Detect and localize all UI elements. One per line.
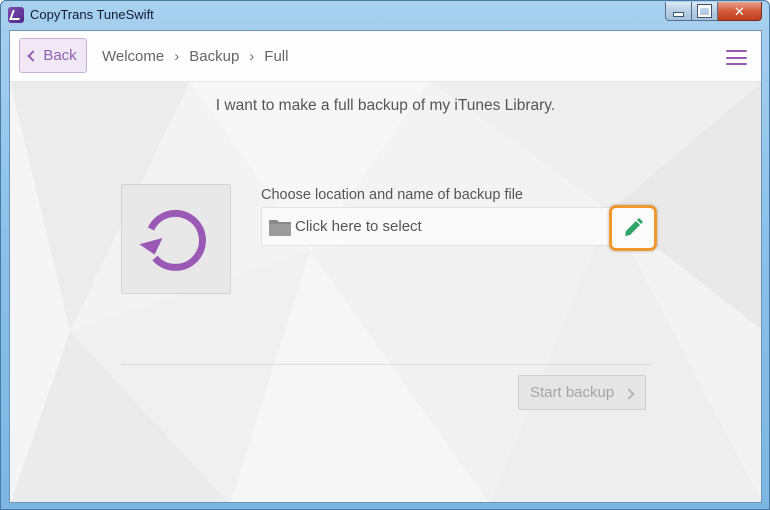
close-icon: ✕ xyxy=(734,3,745,19)
menu-icon[interactable] xyxy=(726,50,747,65)
breadcrumb-item-backup[interactable]: Backup xyxy=(189,48,239,65)
breadcrumb-item-welcome[interactable]: Welcome xyxy=(102,48,164,65)
edit-path-button[interactable] xyxy=(609,205,657,251)
backup-file-select[interactable]: Click here to select xyxy=(261,207,653,246)
breadcrumb-separator: › xyxy=(249,48,255,65)
breadcrumb: Welcome › Backup › Full xyxy=(102,48,288,65)
app-window: CopyTrans TuneSwift ✕ Back Welcome › Bac… xyxy=(0,0,770,510)
start-backup-button[interactable]: Start backup xyxy=(518,375,646,410)
page-headline: I want to make a full backup of my iTune… xyxy=(215,97,556,114)
folder-icon xyxy=(269,220,291,236)
close-button[interactable]: ✕ xyxy=(718,2,762,21)
back-button-label: Back xyxy=(43,47,77,64)
chevron-left-icon xyxy=(27,50,39,62)
menu-line xyxy=(726,63,747,65)
minimize-button[interactable] xyxy=(665,2,692,21)
maximize-icon xyxy=(697,4,712,18)
title-bar[interactable]: CopyTrans TuneSwift ✕ xyxy=(1,1,769,29)
section-divider xyxy=(121,364,652,365)
menu-line xyxy=(726,56,747,59)
pencil-icon xyxy=(625,218,643,236)
back-button[interactable]: Back xyxy=(19,38,87,73)
top-navbar: Back Welcome › Backup › Full xyxy=(10,31,761,82)
breadcrumb-item-full: Full xyxy=(264,48,289,65)
start-backup-label: Start backup xyxy=(530,384,615,401)
app-logo-icon xyxy=(8,7,24,23)
backup-file-placeholder: Click here to select xyxy=(295,218,422,235)
window-title: CopyTrans TuneSwift xyxy=(30,7,154,22)
menu-line xyxy=(726,50,747,52)
window-controls: ✕ xyxy=(665,2,762,22)
backup-icon-tile xyxy=(121,184,231,294)
minimize-icon xyxy=(673,11,684,17)
restore-backup-icon xyxy=(139,209,206,271)
app-content: Back Welcome › Backup › Full I want to m… xyxy=(9,30,762,503)
breadcrumb-separator: › xyxy=(174,48,180,65)
backup-location-label: Choose location and name of backup file xyxy=(261,187,523,203)
chevron-right-icon xyxy=(623,388,635,400)
maximize-button[interactable] xyxy=(692,2,718,21)
